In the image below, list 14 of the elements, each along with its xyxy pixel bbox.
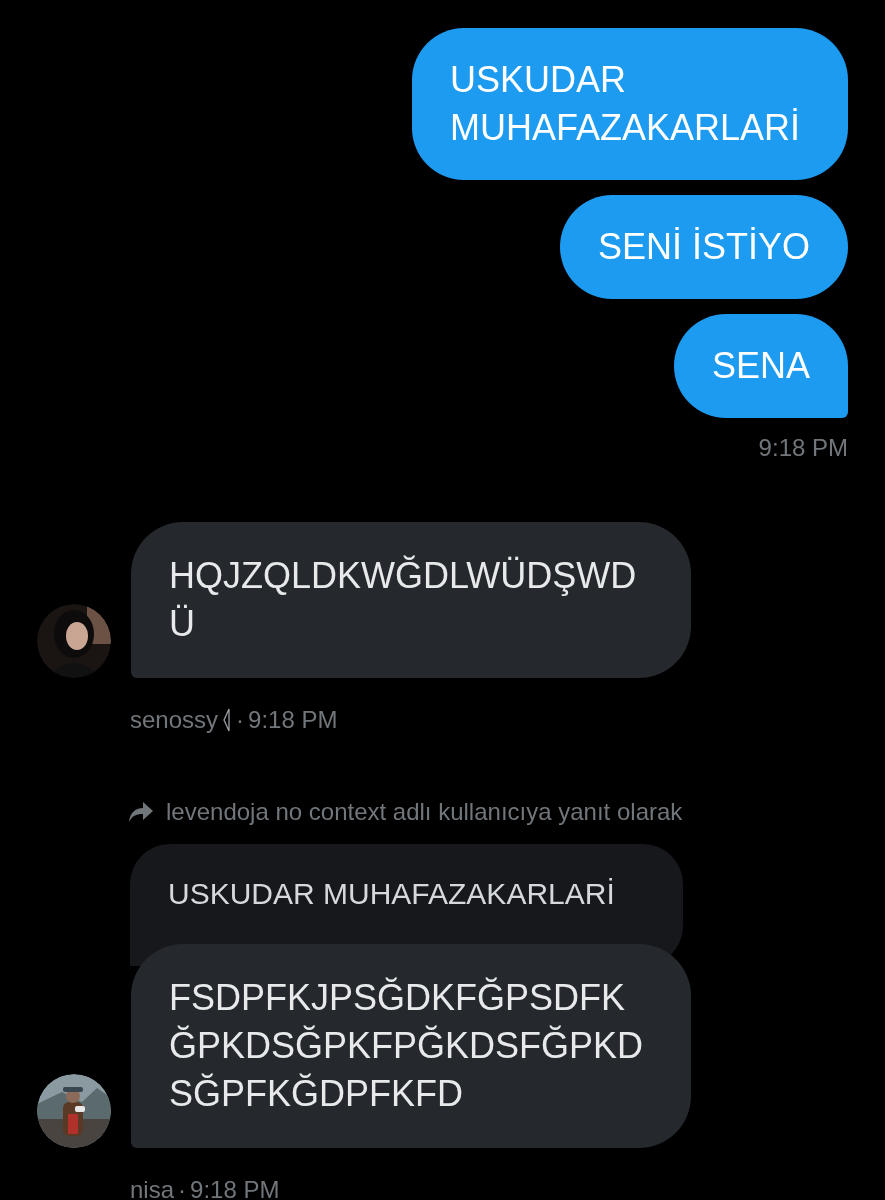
separator-dot: · [236, 705, 245, 735]
author-name: senossy [130, 705, 219, 735]
sent-message-bubble: SENİ İSTİYO [559, 195, 848, 299]
message-time: 9:18 PM [190, 1175, 280, 1200]
message-time: 9:18 PM [248, 705, 338, 735]
received-message-bubble: FSDPFKJPSĞDKFĞPSDFKĞPKDSĞPKFPĞKDSFĞPKDSĞPFKĞDPFKFD [131, 944, 691, 1148]
reply-arrow-icon [128, 801, 154, 823]
author-name: nisa [130, 1175, 175, 1200]
sent-message-bubble: SENA [673, 314, 848, 418]
sent-message-bubble: USKUDAR MUHAFAZAKARLARİ [412, 28, 848, 180]
separator-dot: · [178, 1175, 187, 1200]
reply-context: levendoja no context adlı kullanıcıya yanıt olarak [166, 797, 683, 827]
received-message-bubble: HQJZQLDKWĞDLWÜDŞWDÜ [131, 522, 691, 678]
message-time: 9:18 PM [758, 433, 848, 463]
